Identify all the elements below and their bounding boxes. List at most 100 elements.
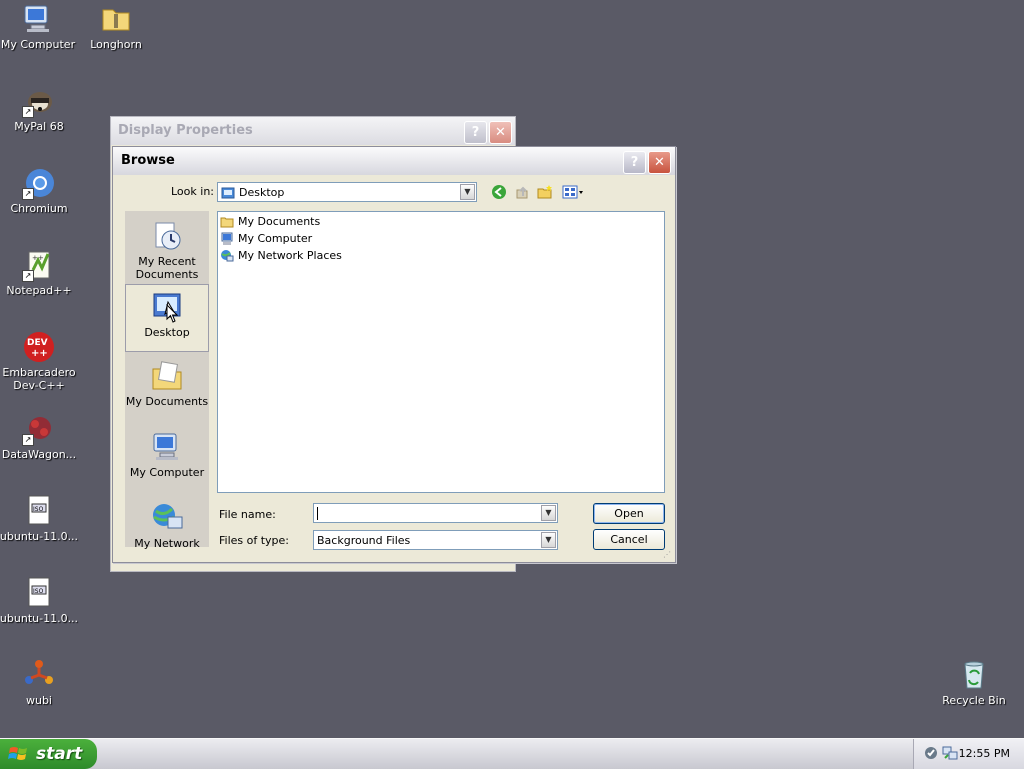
file-name-input[interactable]: ▼: [313, 503, 558, 523]
desktop-icon-mypal[interactable]: ↗ MyPal 68: [0, 84, 79, 133]
places-item-my-computer[interactable]: My Computer: [125, 430, 209, 479]
places-item-my-network[interactable]: My Network: [125, 501, 209, 550]
help-icon: ?: [630, 155, 639, 170]
open-button[interactable]: Open: [593, 503, 665, 524]
folder-icon: [220, 215, 234, 229]
look-in-label: Look in:: [171, 185, 214, 198]
recycle-bin-icon: [957, 658, 991, 692]
taskbar: start 12:55 PM: [0, 738, 1024, 769]
places-item-label: My Documents: [125, 395, 209, 408]
my-documents-icon: [150, 359, 184, 393]
look-in-value: Desktop: [239, 186, 285, 199]
security-center-icon[interactable]: [923, 745, 939, 764]
up-folder-icon: [516, 186, 528, 199]
views-menu-button[interactable]: [561, 183, 587, 201]
places-item-label: My Recent Documents: [135, 255, 199, 281]
datawagon-icon: ↗: [22, 412, 56, 446]
desktop-icon-label: DataWagon...: [1, 448, 77, 461]
help-icon: ?: [471, 125, 480, 140]
desktop-icon-label: Chromium: [10, 202, 68, 215]
desktop-icon-label: Recycle Bin: [942, 694, 1006, 707]
desktop-icon-longhorn[interactable]: Longhorn: [76, 2, 156, 51]
browse-close-button[interactable]: ✕: [648, 151, 671, 174]
display-properties-close-button[interactable]: ✕: [489, 121, 512, 144]
file-name-label: File name:: [219, 508, 276, 521]
windows-logo-icon: [8, 747, 27, 760]
display-properties-title: Display Properties: [111, 117, 515, 145]
clock[interactable]: 12:55 PM: [959, 747, 1010, 760]
look-in-dropdown[interactable]: Desktop ▼: [217, 182, 477, 202]
list-item-label: My Network Places: [238, 249, 342, 262]
mouse-cursor-icon: [166, 304, 179, 323]
desktop-icon-label: ubuntu-11.0...: [0, 530, 79, 543]
iso-file-icon: ISO: [22, 494, 56, 528]
shortcut-arrow-icon: ↗: [22, 270, 34, 282]
list-item[interactable]: My Computer: [220, 231, 312, 247]
file-list[interactable]: My Documents My Computer My Network Plac…: [217, 211, 665, 493]
up-folder-button[interactable]: [513, 183, 531, 201]
desktop-icon-ubuntu-iso-2[interactable]: ISO ubuntu-11.0...: [0, 576, 79, 625]
views-grid-icon: [562, 185, 583, 199]
shortcut-arrow-icon: ↗: [22, 188, 34, 200]
my-network-icon: [150, 501, 184, 535]
list-item[interactable]: My Network Places: [220, 248, 342, 264]
chevron-down-icon[interactable]: ▼: [541, 505, 556, 521]
desktop-icon-label: Embarcadero Dev-C++: [2, 366, 76, 392]
places-item-label: My Computer: [129, 466, 205, 479]
folder-icon: [99, 2, 133, 36]
iso-file-icon: ISO: [22, 576, 56, 610]
places-item-label: My Network: [134, 537, 200, 550]
chevron-down-icon[interactable]: ▼: [460, 184, 475, 200]
desktop-icon-datawagon[interactable]: ↗ DataWagon...: [0, 412, 79, 461]
browse-help-button[interactable]: ?: [623, 151, 646, 174]
my-computer-icon: [150, 430, 184, 464]
close-icon: ✕: [495, 125, 506, 140]
start-button[interactable]: start: [0, 739, 97, 769]
network-tray-icon[interactable]: [942, 745, 958, 764]
desktop-icon-wubi[interactable]: wubi: [0, 658, 79, 707]
desktop-icon-label: ubuntu-11.0...: [0, 612, 79, 625]
desktop-icon-devcpp[interactable]: DEV ++ Embarcadero Dev-C++: [0, 330, 79, 392]
desktop-icon-chromium[interactable]: ↗ Chromium: [0, 166, 79, 215]
desktop-icon-label: Notepad++: [6, 284, 72, 297]
back-arrow-icon: [492, 185, 506, 199]
desktop-icon-ubuntu-iso-1[interactable]: ISO ubuntu-11.0...: [0, 494, 79, 543]
svg-text:ISO: ISO: [33, 506, 44, 513]
shortcut-arrow-icon: ↗: [22, 106, 34, 118]
new-folder-icon: [537, 185, 552, 199]
mypal-icon: ↗: [22, 84, 56, 118]
chevron-down-icon[interactable]: ▼: [541, 532, 556, 548]
notepadpp-icon: ++ ↗: [22, 248, 56, 282]
display-properties-help-button[interactable]: ?: [464, 121, 487, 144]
desktop-icon-recycle-bin[interactable]: Recycle Bin: [934, 658, 1014, 707]
desktop-icon-label: MyPal 68: [14, 120, 64, 133]
resize-grip-icon[interactable]: ⋰: [663, 550, 673, 560]
shortcut-arrow-icon: ↗: [22, 434, 34, 446]
places-bar: My Recent Documents Desktop My Documents…: [125, 211, 209, 550]
desktop-icon-notepadpp[interactable]: ++ ↗ Notepad++: [0, 248, 79, 297]
files-of-type-value: Background Files: [317, 534, 411, 547]
list-item-label: My Computer: [238, 232, 313, 245]
places-item-label: Desktop: [144, 326, 190, 339]
svg-text:DEV: DEV: [27, 338, 48, 348]
places-item-recent-documents[interactable]: My Recent Documents: [125, 219, 209, 281]
browse-dialog: Browse ? ✕ Look in: Desktop ▼ My Recent …: [112, 146, 676, 563]
new-folder-button[interactable]: [536, 183, 554, 201]
back-button[interactable]: [490, 183, 508, 201]
chromium-icon: ↗: [22, 166, 56, 200]
recent-documents-icon: [150, 219, 184, 253]
my-computer-icon: [21, 2, 55, 36]
files-of-type-dropdown[interactable]: Background Files ▼: [313, 530, 558, 550]
system-tray: 12:55 PM: [913, 739, 1024, 769]
desktop-icon-my-computer[interactable]: My Computer: [0, 2, 78, 51]
start-label: start: [36, 744, 83, 764]
desktop-small-icon: [221, 186, 235, 200]
text-caret: [317, 507, 318, 520]
desktop-icon-label: Longhorn: [90, 38, 142, 51]
places-item-my-documents[interactable]: My Documents: [125, 359, 209, 408]
cancel-button[interactable]: Cancel: [593, 529, 665, 550]
my-computer-icon: [220, 232, 234, 246]
svg-text:++: ++: [32, 254, 44, 262]
files-of-type-label: Files of type:: [219, 534, 290, 547]
list-item[interactable]: My Documents: [220, 214, 320, 230]
